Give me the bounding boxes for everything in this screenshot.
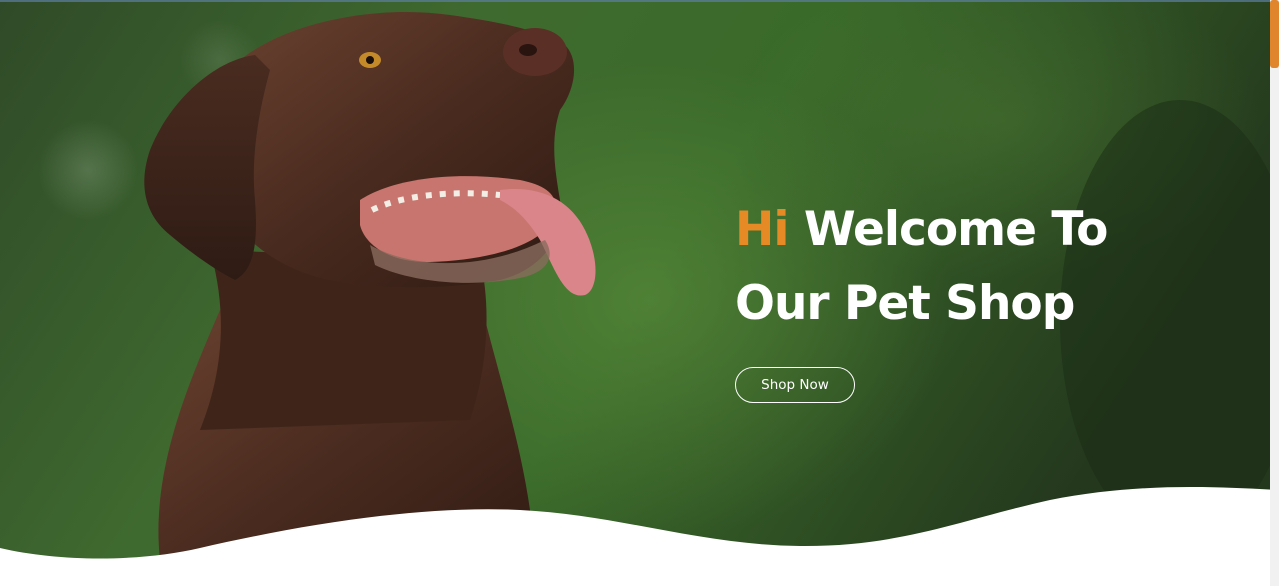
hero-banner: Hi Welcome To Our Pet Shop Shop Now — [0, 0, 1279, 586]
hero-title-line2: Our Pet Shop — [735, 276, 1075, 331]
hero-title-line1: Welcome To — [803, 202, 1109, 257]
hero-title-accent: Hi — [735, 202, 789, 257]
shop-now-button[interactable]: Shop Now — [735, 367, 855, 403]
hero-content: Hi Welcome To Our Pet Shop Shop Now — [735, 193, 1205, 403]
scrollbar-thumb[interactable] — [1270, 0, 1279, 68]
scrollbar-track[interactable] — [1270, 0, 1279, 586]
hero-title: Hi Welcome To Our Pet Shop — [735, 193, 1205, 341]
